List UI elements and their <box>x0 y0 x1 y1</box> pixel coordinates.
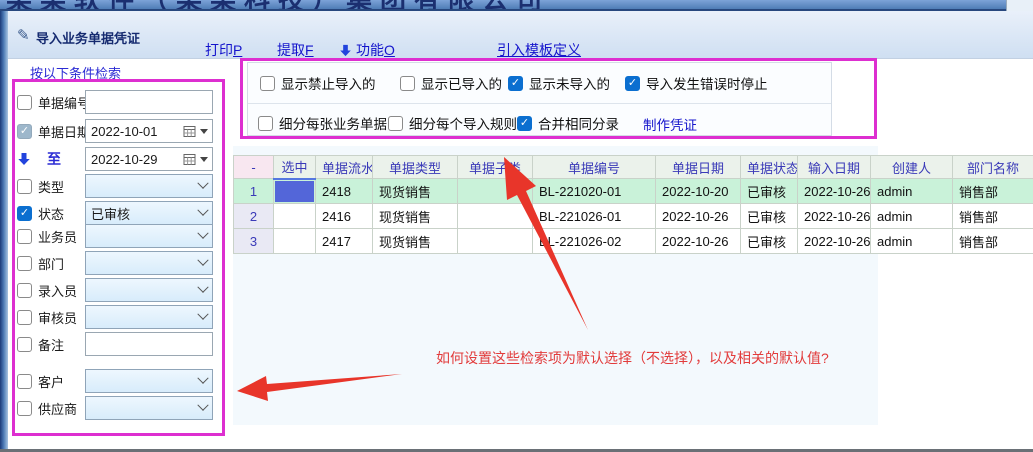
annotation-box-filters <box>12 79 225 436</box>
documents-table: - 选中 单据流水 单据类型 单据子类 单据编号 单据日期 单据状态 输入日期 … <box>233 155 1033 254</box>
selected-cell[interactable] <box>274 179 316 204</box>
doc-date-cell[interactable]: 2022-10-20 <box>656 179 741 204</box>
extract-hotkey: F <box>305 42 314 58</box>
doc-status-cell[interactable]: 已审核 <box>741 204 798 229</box>
doc-date-cell[interactable]: 2022-10-26 <box>656 204 741 229</box>
doc-status-cell[interactable]: 已审核 <box>741 229 798 254</box>
doc-type-cell[interactable]: 现货销售 <box>373 179 458 204</box>
header-creator: 创建人 <box>871 156 953 179</box>
header-doc-date: 单据日期 <box>656 156 741 179</box>
table-row[interactable]: 1 2418 现货销售 BL-221020-01 2022-10-20 已审核 … <box>234 179 1033 204</box>
doc-subtype-cell[interactable] <box>458 204 533 229</box>
parent-window-title: 某某软件（某某科技）集团有限公司 <box>6 0 550 11</box>
parent-window-titlebar: 某某软件（某某科技）集团有限公司 <box>0 0 1033 11</box>
table-header-row: - 选中 单据流水 单据类型 单据子类 单据编号 单据日期 单据状态 输入日期 … <box>234 156 1033 179</box>
import-template-button[interactable]: 引入模板定义 <box>497 40 581 60</box>
creator-cell[interactable]: admin <box>871 229 953 254</box>
header-doc-serial: 单据流水 <box>316 156 373 179</box>
down-arrow-icon <box>339 44 352 57</box>
row-number-cell[interactable]: 3 <box>234 229 274 254</box>
annotation-box-options <box>240 58 877 139</box>
doc-subtype-cell[interactable] <box>458 229 533 254</box>
print-button[interactable]: 打印P <box>205 40 242 60</box>
entry-date-cell[interactable]: 2022-10-26 <box>798 204 871 229</box>
selected-cell[interactable] <box>274 204 316 229</box>
extract-label: 提取 <box>277 42 305 58</box>
doc-type-cell[interactable]: 现货销售 <box>373 229 458 254</box>
window-title: 导入业务单据凭证 <box>36 28 140 47</box>
doc-serial-cell[interactable]: 2417 <box>316 229 373 254</box>
header-doc-no: 单据编号 <box>533 156 656 179</box>
window-left-border <box>0 11 8 449</box>
creator-cell[interactable]: admin <box>871 204 953 229</box>
doc-type-cell[interactable]: 现货销售 <box>373 204 458 229</box>
doc-status-cell[interactable]: 已审核 <box>741 179 798 204</box>
window-pen-icon: ✎ <box>17 26 30 44</box>
table-row[interactable]: 3 2417 现货销售 BL-221026-02 2022-10-26 已审核 … <box>234 229 1033 254</box>
parent-window-fragment <box>1006 0 1033 11</box>
creator-cell[interactable]: admin <box>871 179 953 204</box>
department-cell[interactable]: 销售部 <box>953 179 1033 204</box>
doc-serial-cell[interactable]: 2418 <box>316 179 373 204</box>
print-hotkey: P <box>233 42 242 58</box>
department-cell[interactable]: 销售部 <box>953 229 1033 254</box>
extract-button[interactable]: 提取F <box>277 40 314 60</box>
function-hotkey: O <box>384 42 395 58</box>
entry-date-cell[interactable]: 2022-10-26 <box>798 179 871 204</box>
header-doc-type: 单据类型 <box>373 156 458 179</box>
entry-date-cell[interactable]: 2022-10-26 <box>798 229 871 254</box>
annotation-question: 如何设置这些检索项为默认选择（不选择），以及相关的默认值? <box>436 348 829 368</box>
header-selected: 选中 <box>274 156 316 179</box>
cell-selection-highlight <box>275 181 314 202</box>
function-label: 功能 <box>356 42 384 58</box>
doc-no-cell[interactable]: BL-221026-01 <box>533 204 656 229</box>
row-number-cell[interactable]: 1 <box>234 179 274 204</box>
department-cell[interactable]: 销售部 <box>953 204 1033 229</box>
header-corner: - <box>234 156 274 179</box>
print-label: 打印 <box>205 42 233 58</box>
header-doc-subtype: 单据子类 <box>458 156 533 179</box>
row-number-cell[interactable]: 2 <box>234 204 274 229</box>
doc-date-cell[interactable]: 2022-10-26 <box>656 229 741 254</box>
doc-subtype-cell[interactable] <box>458 179 533 204</box>
doc-serial-cell[interactable]: 2416 <box>316 204 373 229</box>
doc-no-cell[interactable]: BL-221020-01 <box>533 179 656 204</box>
header-entry-date: 输入日期 <box>798 156 871 179</box>
table-row[interactable]: 2 2416 现货销售 BL-221026-01 2022-10-26 已审核 … <box>234 204 1033 229</box>
screen: 某某软件（某某科技）集团有限公司 ✎ 导入业务单据凭证 打印P 提取F 功能O … <box>0 0 1033 452</box>
selected-cell[interactable] <box>274 229 316 254</box>
doc-no-cell[interactable]: BL-221026-02 <box>533 229 656 254</box>
function-menu-button[interactable]: 功能O <box>339 40 395 60</box>
header-department: 部门名称 <box>953 156 1033 179</box>
header-doc-status: 单据状态 <box>741 156 798 179</box>
